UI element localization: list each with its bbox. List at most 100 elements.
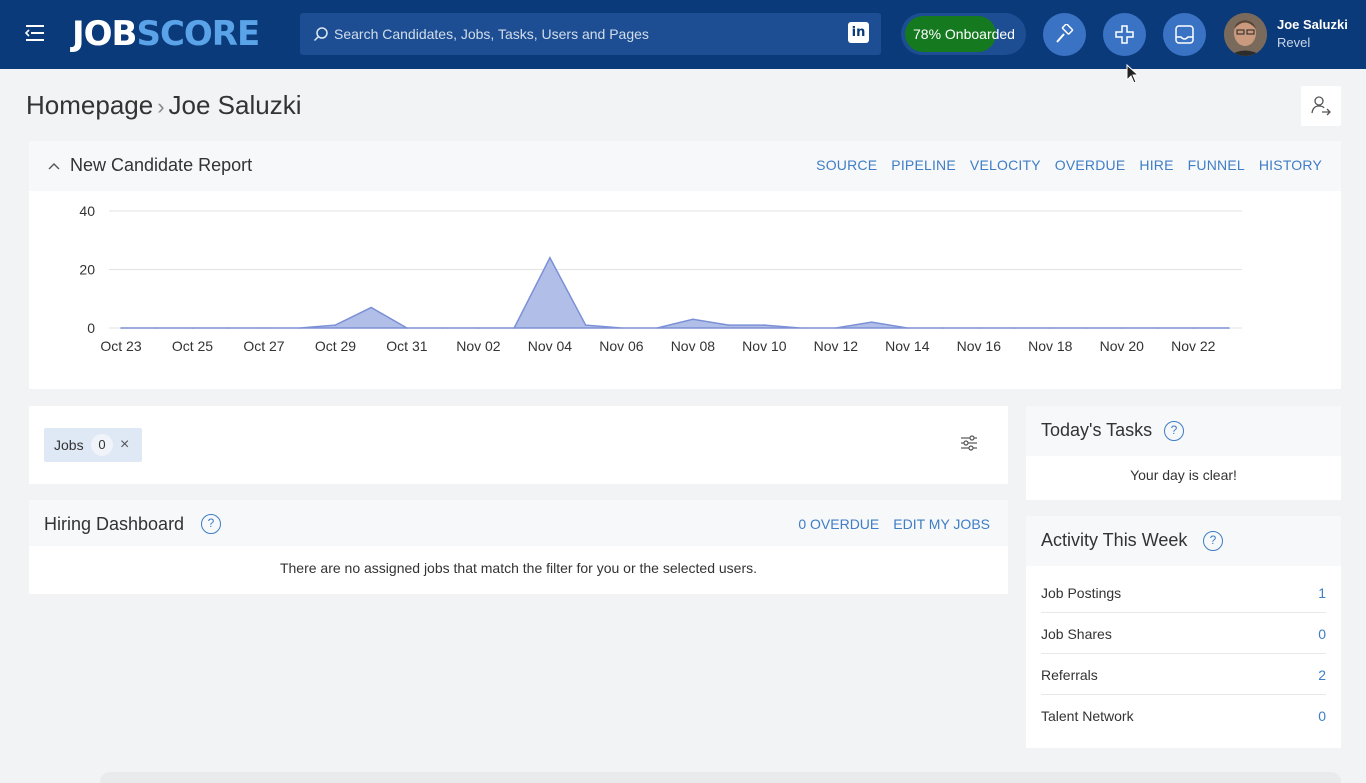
x-tick-label: Nov 02 [456,338,501,354]
data-point [477,327,480,329]
top-bar: JOBSCORE in 78% Onboarded [0,0,1366,69]
search-icon [313,27,328,42]
new-candidate-report: New Candidate Report SOURCE PIPELINE VEL… [29,141,1341,389]
activity-value[interactable]: 2 [1318,667,1326,683]
candidate-chart: 0 20 40 Oct 23 Oct 25 Oct 27 Oct 29 Oct 31 Nov 0… [29,191,1341,389]
activity-label: Job Shares [1041,626,1112,642]
data-point [906,327,909,329]
x-tick-label: Oct 29 [315,338,356,354]
activity-row: Referrals 2 [1041,654,1326,695]
todays-tasks-header: Today's Tasks ? [1026,406,1341,456]
data-point [441,327,444,329]
x-tick-label: Nov 12 [814,338,859,354]
next-panel-edge [100,772,1040,783]
tab-funnel[interactable]: FUNNEL [1188,157,1245,173]
report-header: New Candidate Report SOURCE PIPELINE VEL… [29,141,1341,191]
tab-overdue[interactable]: OVERDUE [1055,157,1126,173]
inbox-button[interactable] [1163,13,1206,56]
breadcrumb-home[interactable]: Homepage [26,90,153,120]
search-input[interactable] [334,13,834,55]
x-tick-label: Oct 31 [386,338,427,354]
data-point [334,324,337,326]
tab-source[interactable]: SOURCE [816,157,877,173]
data-point [799,327,801,329]
activity-label: Talent Network [1041,708,1134,724]
tab-history[interactable]: HISTORY [1259,157,1322,173]
x-tick-label: Nov 20 [1100,338,1145,354]
jobs-filter-chip[interactable]: Jobs 0 × [44,428,142,462]
y-tick-label: 0 [87,320,95,336]
avatar[interactable] [1224,13,1267,56]
activity-value[interactable]: 0 [1318,626,1326,642]
chevron-up-icon[interactable] [47,159,61,173]
activity-row: Talent Network 0 [1041,695,1326,736]
tab-pipeline[interactable]: PIPELINE [891,157,956,173]
data-point [870,321,873,323]
hiring-dashboard-title: Hiring Dashboard [44,514,185,534]
help-icon[interactable]: ? [201,514,221,534]
data-point [513,327,515,329]
activity-header: Activity This Week ? [1026,516,1341,566]
activity-value[interactable]: 1 [1318,585,1326,601]
onboarding-label[interactable]: 78% Onboarded [905,16,1023,52]
data-point [1156,327,1159,329]
help-icon[interactable]: ? [1203,531,1223,551]
data-point [120,327,122,329]
data-point [298,327,301,329]
filter-settings-icon[interactable] [958,432,980,454]
series-area [121,256,1229,329]
tasks-empty-message: Your day is clear! [1130,467,1237,483]
mouse-cursor-icon [1126,64,1140,84]
data-point [978,327,980,329]
activity-value[interactable]: 0 [1318,708,1326,724]
jobs-filter-panel: Jobs 0 × [29,406,1008,484]
chip-count: 0 [91,434,113,456]
breadcrumb: Homepage › Joe Saluzki [26,88,302,124]
breadcrumb-separator: › [157,94,165,119]
data-point [1049,327,1052,329]
menu-icon[interactable] [22,20,48,46]
data-point [656,327,658,329]
chip-label: Jobs [54,437,84,453]
candidate-chart-svg: 0 20 40 Oct 23 Oct 25 Oct 27 Oct 29 Oct 31 Nov 0… [79,203,1242,354]
x-tick-label: Oct 23 [100,338,141,354]
hiring-dashboard-links: 0 OVERDUE EDIT MY JOBS [798,516,990,532]
jobscore-logo[interactable]: JOBSCORE [72,12,260,56]
global-search [300,13,881,55]
hammer-icon [1056,24,1074,43]
linkedin-icon[interactable]: in [848,22,869,43]
data-point [1228,327,1230,329]
activity-row: Job Postings 1 [1041,572,1326,613]
data-point [942,327,944,329]
edit-my-jobs-link[interactable]: EDIT MY JOBS [893,516,990,532]
tab-velocity[interactable]: VELOCITY [970,157,1041,173]
activity-this-week-panel: Activity This Week ? Job Postings 1 Job … [1026,516,1341,748]
report-tabs: SOURCE PIPELINE VELOCITY OVERDUE HIRE FU… [816,157,1322,173]
data-point [584,324,587,326]
x-tick-label: Nov 04 [528,338,573,354]
y-tick-label: 40 [79,203,95,219]
user-photo [1224,13,1267,56]
user-switch-button[interactable] [1301,86,1341,126]
tab-hire[interactable]: HIRE [1139,157,1173,173]
hiring-empty-message: There are no assigned jobs that match th… [279,560,758,576]
activity-label: Job Postings [1041,585,1122,601]
data-point [1013,327,1016,329]
inbox-icon [1175,25,1194,44]
data-point [155,327,158,329]
next-panel-edge [1026,772,1341,783]
help-icon[interactable]: ? [1164,421,1184,441]
data-point [835,327,837,329]
add-button[interactable] [1103,13,1146,56]
x-tick-label: Nov 16 [957,338,1002,354]
data-point [692,318,694,321]
close-icon[interactable]: × [120,436,129,454]
user-name[interactable]: Joe Saluzki [1277,17,1348,32]
x-tick-label: Nov 06 [599,338,644,354]
hammer-button[interactable] [1043,13,1086,56]
data-point [263,327,265,329]
data-point [549,257,551,259]
x-tick-label: Nov 22 [1171,338,1216,354]
overdue-link[interactable]: 0 OVERDUE [798,516,879,532]
hiring-dashboard-header: Hiring Dashboard ? 0 OVERDUE EDIT MY JOB… [29,500,1008,546]
